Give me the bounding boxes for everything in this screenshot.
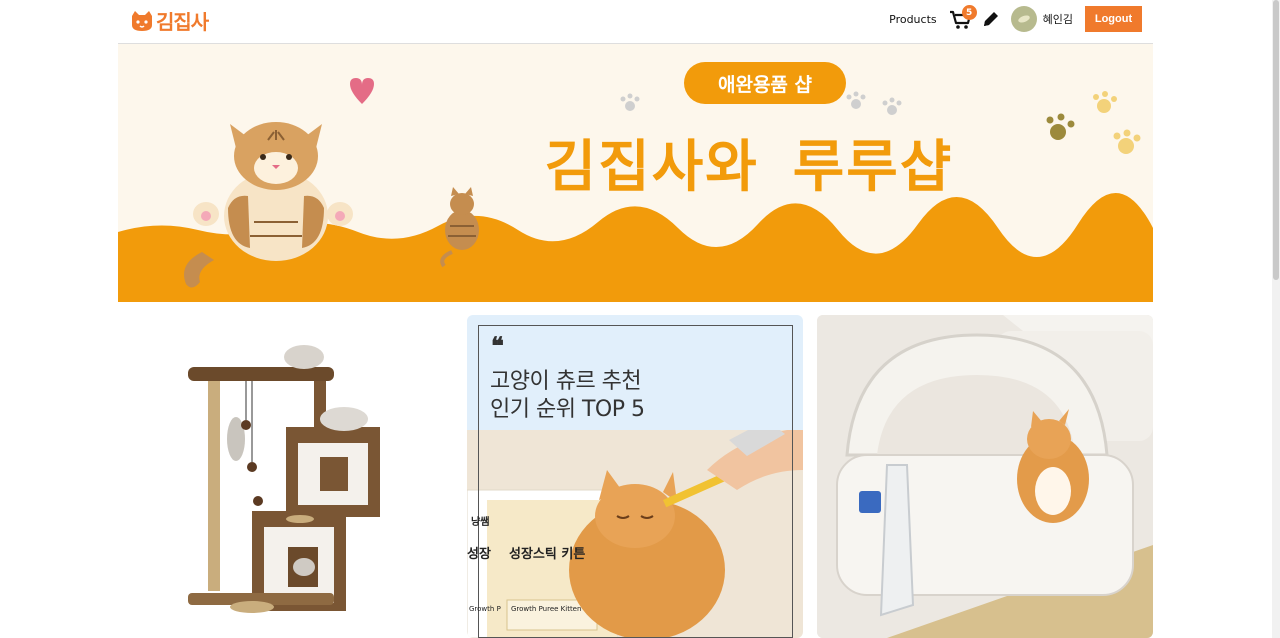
churu-title-line2: 인기 순위 TOP 5 <box>490 397 645 422</box>
page: 김집사 Products 5 혜인김 Logout 애완용품 샵 김집사와 루루… <box>0 0 1280 638</box>
product-card-cat-tower[interactable] <box>118 315 454 638</box>
product-card-litter-box[interactable] <box>817 315 1153 638</box>
cart-count-badge: 5 <box>961 5 977 20</box>
package-small-text: Growth Puree Kitten <box>511 605 582 613</box>
banner-pill: 애완용품 샵 <box>684 62 846 104</box>
paw-prints-olive <box>1046 113 1075 140</box>
banner-title-left: 김집사와 <box>544 135 759 200</box>
litter-box-image <box>817 315 1153 638</box>
logo-text: 김집사 <box>156 10 209 34</box>
pencil-icon[interactable] <box>981 9 1001 29</box>
package-small-text-side: Growth P <box>469 605 501 613</box>
heart-icon <box>350 78 374 104</box>
banner-title-right: 루루샵 <box>792 135 954 200</box>
avatar[interactable] <box>1010 6 1037 32</box>
cat-tower-image <box>188 345 380 613</box>
scrollbar-thumb[interactable] <box>1273 0 1279 280</box>
cat-logo-icon <box>132 10 152 31</box>
scrollbar[interactable] <box>1272 0 1280 638</box>
leaf-avatar-icon <box>1017 15 1030 23</box>
product-card-churu[interactable]: ❝ 고양이 츄르 추천 인기 순위 TOP 5 성장스틱 키튼 성장 냥쌤 Gr… <box>467 315 803 638</box>
logo[interactable]: 김집사 <box>130 6 209 35</box>
package-brand: 냥쌤 <box>471 517 490 528</box>
username[interactable]: 혜인김 <box>1043 11 1073 27</box>
nav-products-link[interactable]: Products <box>889 13 937 26</box>
header: 김집사 Products 5 혜인김 Logout <box>118 0 1153 44</box>
package-label: 성장스틱 키튼 <box>509 547 586 562</box>
cart-button[interactable]: 5 <box>949 5 977 31</box>
logout-button[interactable]: Logout <box>1085 6 1142 32</box>
product-grid: ❝ 고양이 츄르 추천 인기 순위 TOP 5 성장스틱 키튼 성장 냥쌤 Gr… <box>118 315 1153 638</box>
banner-title: 김집사와 루루샵 <box>514 122 984 203</box>
hero-banner[interactable]: 애완용품 샵 김집사와 루루샵 <box>118 44 1153 302</box>
nav: Products 5 혜인김 Logout <box>889 5 1142 32</box>
package-label-side: 성장 <box>467 547 491 562</box>
paw-prints-yellow <box>1093 91 1141 154</box>
quote-icon: ❝ <box>491 331 504 360</box>
